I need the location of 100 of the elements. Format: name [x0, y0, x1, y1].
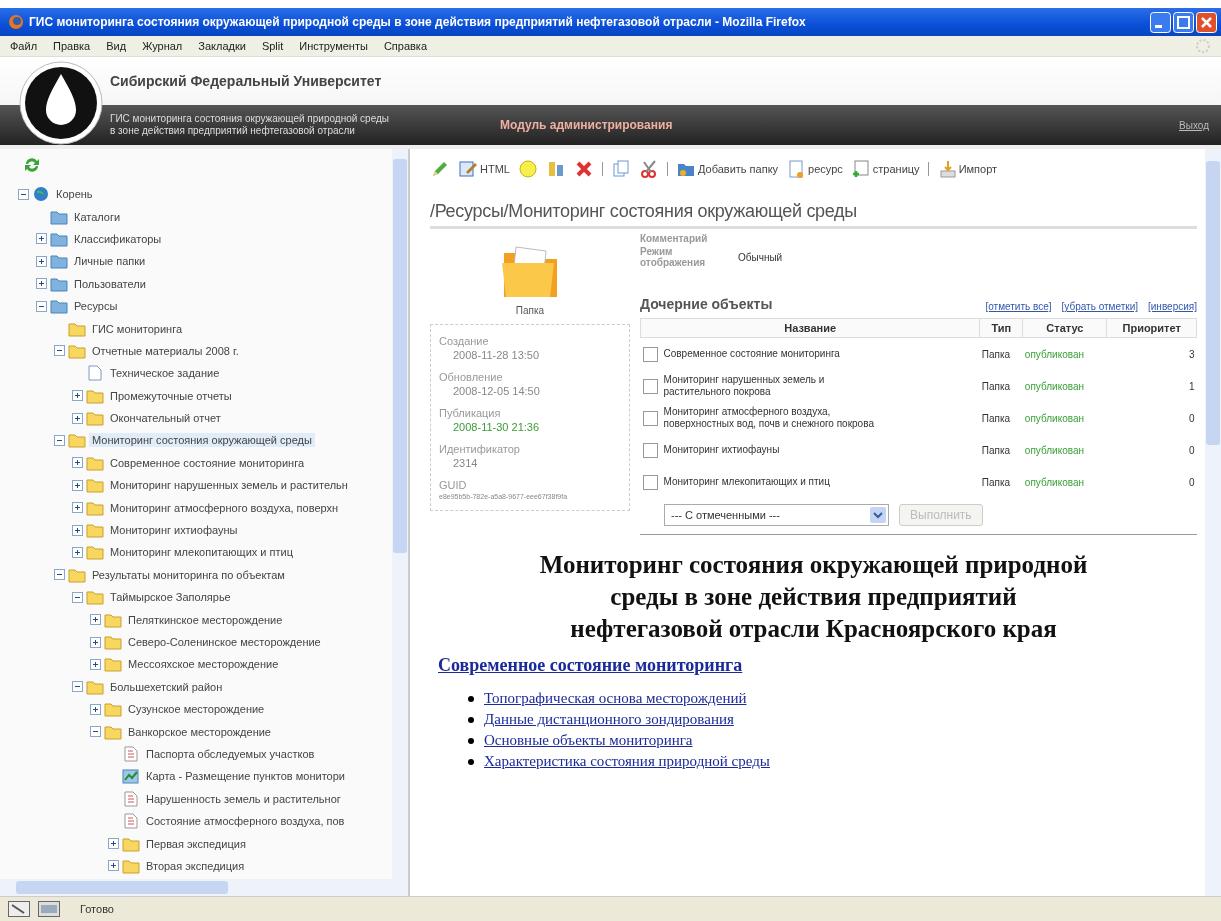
expand-icon[interactable] [72, 479, 83, 491]
expand-icon[interactable] [36, 233, 47, 245]
expand-icon[interactable] [72, 412, 83, 424]
tree-item[interactable]: Техническое задание [107, 366, 223, 381]
checkbox[interactable] [642, 346, 658, 362]
tree-item[interactable]: Таймырское Заполярье [107, 590, 234, 605]
status-text: опубликован [1023, 411, 1085, 426]
link[interactable]: [отметить все] [985, 301, 1052, 312]
tree-item[interactable]: Карта - Размещение пунктов монитори [143, 769, 348, 784]
tree-item[interactable]: Мониторинг состояния окружающей среды [89, 433, 315, 448]
menu-item[interactable]: Справка [383, 40, 428, 52]
menu-item[interactable]: Закладки [198, 40, 246, 52]
collapse-icon[interactable] [72, 681, 83, 693]
menu-item[interactable]: Журнал [142, 40, 183, 52]
column-header[interactable]: Приоритет [1106, 318, 1197, 338]
tree-item[interactable]: Первая экспедиция [143, 836, 249, 851]
column-header[interactable]: Название [640, 318, 980, 338]
column-header[interactable]: Статус [1022, 318, 1107, 338]
tree-item[interactable]: ГИС мониторинга [89, 321, 186, 336]
horizontal-scrollbar[interactable] [0, 879, 408, 896]
collapse-icon[interactable] [54, 569, 65, 581]
toolbar-button[interactable]: страницу [850, 159, 920, 179]
expand-icon[interactable] [90, 658, 101, 670]
column-header[interactable]: Тип [979, 318, 1023, 338]
collapse-icon[interactable] [72, 591, 83, 603]
tree-item[interactable]: Мониторинг нарушенных земель и растительн [107, 478, 351, 493]
menu-item[interactable]: Вид [106, 40, 127, 52]
expand-icon[interactable] [36, 278, 47, 290]
checkbox[interactable] [642, 442, 658, 458]
link[interactable]: Данные дистанционного зондирования [484, 711, 734, 728]
tree-item[interactable]: Северо-Соленинское месторождение [125, 635, 324, 649]
expand-icon[interactable] [72, 546, 83, 558]
tree-item[interactable]: Мониторинг ихтиофауны [107, 523, 241, 538]
tree-item[interactable]: Личные папки [71, 254, 149, 269]
logout-link[interactable]: Выход [1179, 119, 1209, 131]
expand-icon[interactable] [108, 838, 119, 849]
maximize-icon[interactable] [1173, 11, 1194, 33]
toolbar-button[interactable]: Добавить папку [675, 159, 779, 179]
tree-item[interactable]: Промежуточные отчеты [107, 388, 235, 403]
tree-item[interactable]: Современное состояние мониторинга [107, 455, 308, 470]
document-icon [122, 745, 140, 762]
folder-icon [104, 701, 122, 718]
action-select[interactable]: --- С отмеченными --- [664, 504, 889, 526]
refresh-icon[interactable] [22, 155, 42, 175]
tree-item[interactable]: Нарушенность земель и растительног [143, 791, 344, 806]
vertical-scrollbar[interactable] [392, 149, 408, 879]
collapse-icon[interactable] [54, 435, 65, 446]
link[interactable]: Основные объекты мониторинга [484, 732, 693, 749]
collapse-icon[interactable] [90, 726, 101, 738]
tree-item[interactable]: Мониторинг атмосферного воздуха, поверхн [107, 500, 342, 515]
collapse-icon[interactable] [18, 188, 29, 200]
pencil-icon[interactable] [430, 159, 450, 179]
section-link[interactable]: Современное состояние мониторинга [438, 655, 743, 676]
link[interactable]: [убрать отметки] [1061, 301, 1138, 312]
expand-icon[interactable] [90, 636, 101, 648]
tree-item[interactable]: Результаты мониторинга по объектам [89, 567, 288, 582]
tree-item[interactable]: Корень [53, 187, 96, 202]
minimize-icon[interactable] [1150, 11, 1171, 33]
toolbar-button[interactable]: Импорт [936, 159, 998, 179]
tree-item[interactable]: Большехетский район [107, 679, 226, 694]
menu-item[interactable]: Файл [10, 40, 38, 52]
tree-item[interactable]: Классификаторы [71, 231, 165, 246]
tree-item[interactable]: Мессояхское месторождение [125, 657, 282, 672]
menu-item[interactable]: Инструменты [299, 40, 368, 52]
link[interactable]: Топографическая основа месторождений [484, 690, 747, 707]
vertical-scrollbar[interactable] [1205, 149, 1221, 896]
tree-item[interactable]: Ванкорское месторождение [125, 724, 274, 739]
tree-item[interactable]: Пользователи [71, 276, 149, 291]
expand-icon[interactable] [90, 703, 101, 715]
expand-icon[interactable] [72, 390, 83, 402]
tree-item[interactable]: Ресурсы [71, 299, 121, 314]
tree-item[interactable]: Пеляткинское месторождение [125, 612, 286, 627]
tree-item[interactable]: Сузунское месторождение [125, 702, 268, 717]
tree-item[interactable]: Мониторинг млекопитающих и птиц [107, 545, 296, 560]
checkbox[interactable] [642, 378, 658, 394]
tree-item[interactable]: Отчетные материалы 2008 г. [89, 343, 242, 358]
expand-icon[interactable] [90, 614, 101, 626]
expand-icon[interactable] [108, 860, 119, 872]
checkbox[interactable] [642, 474, 658, 490]
expand-icon[interactable] [36, 255, 47, 267]
link[interactable]: Характеристика состояния природной среды [484, 753, 770, 770]
link[interactable]: [инверсия] [1148, 301, 1197, 312]
menu-item[interactable]: Split [261, 40, 284, 52]
close-icon[interactable] [1196, 11, 1217, 33]
folder-icon [104, 634, 122, 650]
checkbox[interactable] [642, 410, 658, 426]
tree-item[interactable]: Каталоги [71, 209, 124, 224]
toolbar-button[interactable]: ресурс [786, 159, 843, 179]
expand-icon[interactable] [72, 457, 83, 469]
tree-item[interactable]: Вторая экспедиция [143, 858, 248, 873]
toolbar-button[interactable]: HTML [458, 159, 510, 179]
menu-item[interactable]: Правка [53, 40, 91, 52]
tree-item[interactable]: Паспорта обследуемых участков [143, 746, 318, 761]
expand-icon[interactable] [72, 502, 83, 514]
collapse-icon[interactable] [36, 300, 47, 312]
tree-item[interactable]: Окончательный отчет [107, 411, 224, 426]
tree-item[interactable]: Состояние атмосферного воздуха, пов [143, 814, 348, 829]
scissors-icon[interactable] [638, 159, 659, 179]
collapse-icon[interactable] [54, 345, 65, 357]
expand-icon[interactable] [72, 524, 83, 536]
